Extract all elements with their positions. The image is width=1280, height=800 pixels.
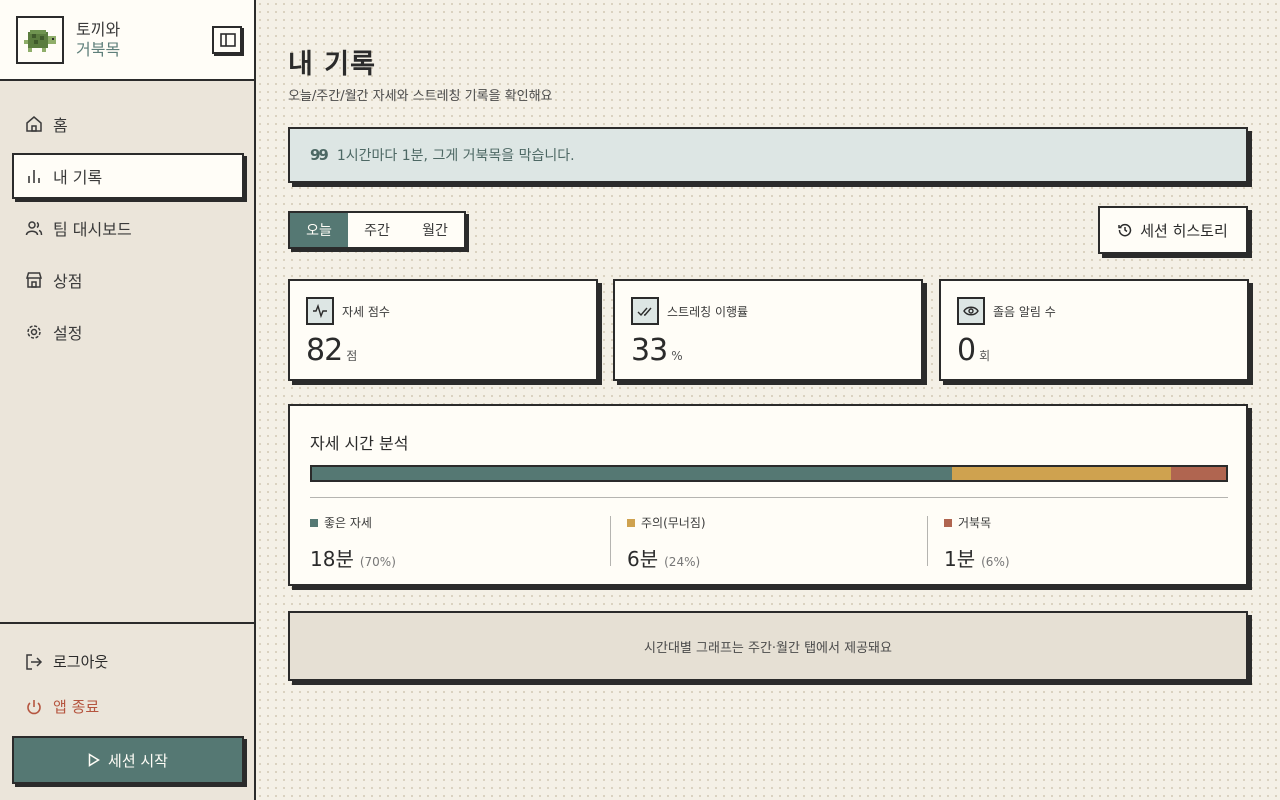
stat-percent: (24%) (664, 555, 701, 569)
logout-link[interactable]: 로그아웃 (25, 651, 108, 672)
stat-value: 1분 (944, 547, 976, 571)
brand-header: 토끼와 거북목 (0, 0, 254, 81)
sidebar-divider (0, 622, 254, 624)
card-label: 졸음 알림 수 (993, 305, 1056, 319)
stat-label: 거북목 (958, 516, 992, 530)
notice-text: 시간대별 그래프는 주간·월간 탭에서 제공돼요 (644, 640, 892, 656)
stat-divider (610, 516, 611, 566)
legend-swatch (944, 518, 952, 527)
start-session-button[interactable]: 세션 시작 (12, 736, 244, 784)
card-value: 33% (631, 333, 683, 368)
card-label: 스트레칭 이행률 (667, 305, 749, 319)
legend-swatch (627, 518, 635, 527)
store-icon (25, 272, 43, 288)
stat-label: 주의(무너짐) (641, 516, 706, 530)
card-label: 자세 점수 (342, 305, 390, 319)
sidebar-item-label: 팀 대시보드 (53, 220, 132, 239)
bar-segment-caution (951, 467, 1172, 480)
quote-icon: 99 (310, 146, 329, 164)
sidebar: 토끼와 거북목 홈 내 기록 팀 대시보드 상점 설정 로그아웃 앱 종료 세션… (0, 0, 256, 800)
stat-label: 좋은 자세 (324, 516, 372, 530)
play-icon (88, 753, 100, 767)
card-value: 0회 (957, 333, 991, 368)
tab-monthly[interactable]: 월간 (406, 213, 464, 247)
sidebar-item-label: 홈 (53, 116, 68, 135)
logout-label: 로그아웃 (53, 653, 109, 671)
card-value: 82 점 (306, 333, 358, 368)
quote-text: 1시간마다 1분, 그게 거북목을 막습니다. (336, 148, 575, 164)
drowsiness-alert-card: 졸음 알림 수 0회 (939, 279, 1249, 381)
main-content: 내 기록 오늘/주간/월간 자세와 스트레칭 기록을 확인해요 99 1시간마다… (256, 0, 1280, 800)
posture-time-analysis: 자세 시간 분석 좋은 자세 18분 (70%) 주의(무너짐) 6분 (24%) … (288, 404, 1248, 586)
session-history-label: 세션 히스토리 (1140, 221, 1228, 240)
page-title: 내 기록 (288, 49, 376, 80)
stat-percent: (6%) (981, 555, 1010, 569)
stat-percent: (70%) (359, 555, 396, 569)
users-icon (25, 221, 43, 236)
stat-divider (927, 516, 928, 566)
tab-weekly[interactable]: 주간 (348, 213, 406, 247)
double-check-icon (631, 297, 659, 325)
stat-good-posture: 좋은 자세 18분 (70%) (310, 514, 610, 571)
exit-app-label: 앱 종료 (53, 698, 100, 716)
hourly-graph-notice: 시간대별 그래프는 주간·월간 탭에서 제공돼요 (288, 611, 1248, 681)
quote-banner: 99 1시간마다 1분, 그게 거북목을 막습니다. (288, 127, 1248, 183)
history-icon (1118, 223, 1132, 237)
sidebar-collapse-button[interactable] (212, 26, 242, 54)
turtle-logo-icon (16, 16, 64, 64)
exit-app-link[interactable]: 앱 종료 (25, 696, 99, 717)
eye-icon (957, 297, 985, 325)
sidebar-item-label: 설정 (53, 324, 83, 343)
app-name-line1: 토끼와 (76, 20, 121, 39)
sidebar-item-home[interactable]: 홈 (12, 101, 244, 147)
bar-chart-icon (28, 170, 40, 183)
period-tabs: 오늘 주간 월간 (288, 211, 466, 249)
logout-icon (26, 653, 43, 670)
page-subtitle: 오늘/주간/월간 자세와 스트레칭 기록을 확인해요 (288, 89, 553, 104)
tab-today[interactable]: 오늘 (290, 213, 348, 247)
sidebar-item-team-dashboard[interactable]: 팀 대시보드 (12, 205, 244, 251)
power-icon (27, 699, 41, 714)
sidebar-item-my-records[interactable]: 내 기록 (12, 153, 244, 199)
stretch-rate-card: 스트레칭 이행률 33% (613, 279, 923, 381)
analysis-divider (310, 497, 1228, 498)
home-icon (26, 116, 42, 132)
stat-value: 18분 (310, 547, 354, 571)
bar-segment-turtle-neck (1171, 467, 1226, 480)
app-name: 토끼와 거북목 (76, 20, 120, 60)
sidebar-item-label: 상점 (53, 272, 83, 291)
sidebar-item-store[interactable]: 상점 (12, 257, 244, 303)
stat-turtle-neck: 거북목 1분 (6%) (944, 514, 1244, 571)
stat-value: 6분 (627, 547, 659, 571)
sidebar-item-label: 내 기록 (53, 168, 103, 187)
start-session-label: 세션 시작 (108, 751, 168, 770)
sidebar-item-settings[interactable]: 설정 (12, 309, 244, 355)
app-name-line2: 거북목 (76, 40, 121, 59)
sidebar-toggle-icon (220, 33, 236, 47)
analysis-title: 자세 시간 분석 (310, 434, 409, 453)
posture-stacked-bar (310, 465, 1228, 482)
stat-caution: 주의(무너짐) 6분 (24%) (627, 514, 927, 571)
posture-score-card: 자세 점수 82 점 (288, 279, 598, 381)
session-history-button[interactable]: 세션 히스토리 (1098, 206, 1248, 254)
legend-swatch (310, 518, 318, 527)
gear-icon (27, 325, 41, 339)
bar-segment-good (312, 467, 952, 480)
activity-icon (306, 297, 334, 325)
